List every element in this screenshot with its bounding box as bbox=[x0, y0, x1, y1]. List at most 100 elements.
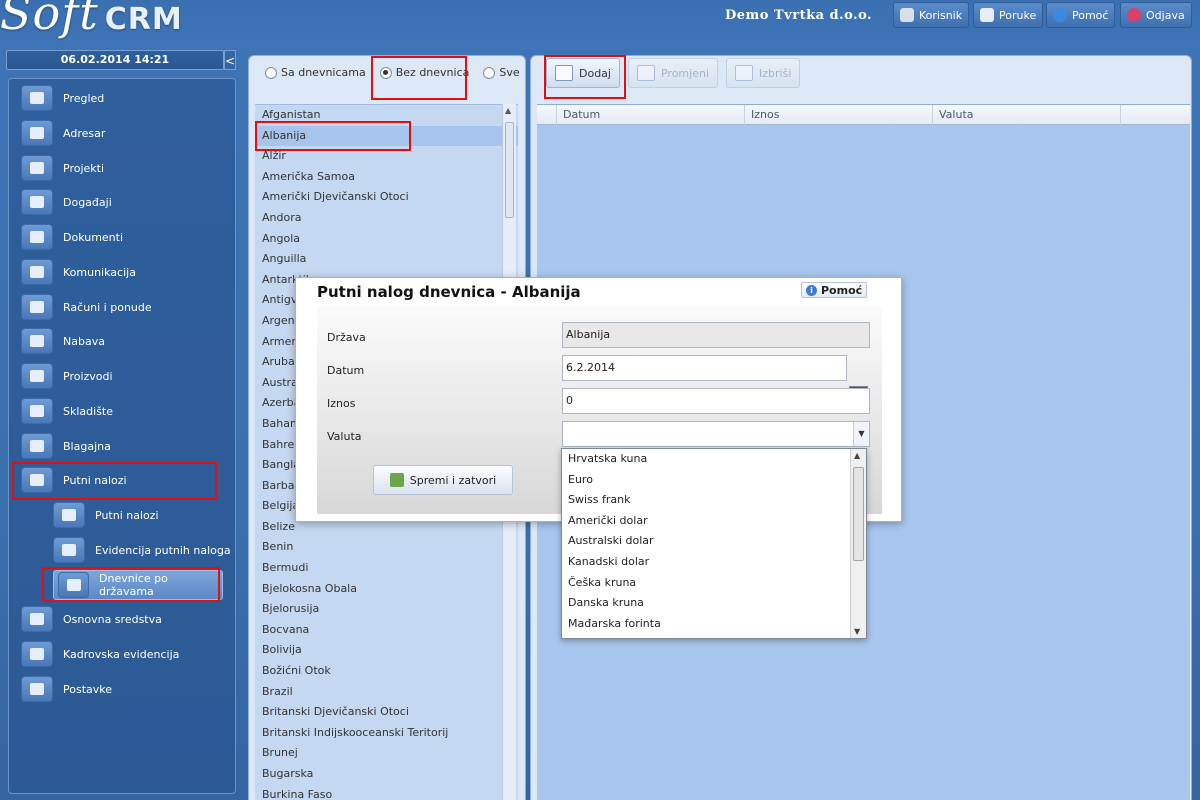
country-item[interactable]: Afganistan bbox=[255, 105, 518, 126]
add-button[interactable]: Dodaj bbox=[546, 58, 620, 88]
pomoc-button[interactable]: Pomoć bbox=[1046, 2, 1116, 28]
nav-blagajna[interactable]: Blagajna bbox=[21, 431, 231, 461]
country-item[interactable]: Bermudi bbox=[255, 558, 518, 579]
currency-option[interactable]: Hrvatska kuna bbox=[562, 449, 866, 470]
radio-bez-dnevnica[interactable]: Bez dnevnica bbox=[379, 66, 469, 79]
mail-icon bbox=[980, 8, 994, 22]
grid-col-valuta[interactable]: Valuta bbox=[933, 105, 1121, 125]
nav-projekti[interactable]: Projekti bbox=[21, 153, 231, 183]
truck-icon bbox=[53, 537, 85, 563]
valuta-select[interactable]: ▼ bbox=[562, 421, 870, 447]
nav-pregled[interactable]: Pregled bbox=[21, 83, 231, 113]
country-item[interactable]: Burkina Faso bbox=[255, 785, 518, 800]
save-close-button[interactable]: Spremi i zatvori bbox=[373, 465, 513, 495]
currency-option[interactable]: Američki dolar bbox=[562, 511, 866, 532]
collapse-sidebar-button[interactable]: < bbox=[224, 50, 236, 70]
chevron-down-icon[interactable]: ▼ bbox=[853, 422, 869, 446]
radio-sa-dnevnicama[interactable]: Sa dnevnicama bbox=[265, 66, 366, 79]
dialog-help-label: Pomoć bbox=[821, 283, 863, 297]
country-item[interactable]: Bugarska bbox=[255, 764, 518, 785]
tools-icon bbox=[21, 676, 53, 702]
nav-sub-evidencija[interactable]: Evidencija putnih naloga bbox=[53, 535, 263, 565]
korisnik-button[interactable]: Korisnik bbox=[893, 2, 970, 28]
currency-option[interactable]: Euro bbox=[562, 470, 866, 491]
country-item[interactable]: Alžir bbox=[255, 146, 518, 167]
power-icon bbox=[1127, 8, 1141, 22]
datetime-display: 06.02.2014 14:21 bbox=[6, 50, 224, 70]
currency-dropdown-list[interactable]: Hrvatska kuna Euro Swiss frank Američki dol… bbox=[561, 448, 867, 639]
nav-label: Osnovna sredstva bbox=[63, 612, 162, 626]
country-item[interactable]: Britanski Indijskooceanski Teritorij bbox=[255, 723, 518, 744]
radio-dot-selected[interactable] bbox=[379, 66, 392, 79]
country-item[interactable]: Albanija bbox=[255, 125, 518, 147]
country-item[interactable]: Bjelorusija bbox=[255, 599, 518, 620]
add-icon bbox=[555, 65, 573, 81]
radio-label: Sve bbox=[499, 66, 520, 79]
nav-skladiste[interactable]: Skladište bbox=[21, 396, 231, 426]
nav-dogadaji[interactable]: Događaji bbox=[21, 187, 231, 217]
scroll-thumb[interactable] bbox=[505, 122, 514, 218]
delete-button[interactable]: Izbriši bbox=[726, 58, 801, 88]
currency-option[interactable]: Swiss frank bbox=[562, 490, 866, 511]
country-item[interactable]: Bjelokosna Obala bbox=[255, 579, 518, 600]
country-item[interactable]: Američka Samoa bbox=[255, 167, 518, 188]
nav-komunikacija[interactable]: Komunikacija bbox=[21, 257, 231, 287]
nav-label: Evidencija putnih naloga bbox=[95, 543, 231, 557]
edit-button[interactable]: Promjeni bbox=[627, 58, 719, 88]
nav-adresar[interactable]: Adresar bbox=[21, 118, 231, 148]
iznos-field[interactable]: 0 bbox=[562, 388, 870, 414]
currency-option[interactable]: Češka kruna bbox=[562, 573, 866, 594]
currency-option[interactable]: Danska kruna bbox=[562, 593, 866, 614]
currency-option[interactable]: Australski dolar bbox=[562, 531, 866, 552]
nav-label: Proizvodi bbox=[63, 369, 113, 383]
scroll-up-arrow-icon[interactable]: ▲ bbox=[505, 106, 511, 115]
nav-sub-putni-nalozi[interactable]: Putni nalozi bbox=[53, 500, 263, 530]
country-item[interactable]: Brazil bbox=[255, 682, 518, 703]
nav-dokumenti[interactable]: Dokumenti bbox=[21, 222, 231, 252]
scroll-down-arrow-icon[interactable]: ▼ bbox=[854, 627, 860, 636]
country-item[interactable]: Benin bbox=[255, 537, 518, 558]
grid-col-datum[interactable]: Datum bbox=[557, 105, 745, 125]
radio-dot[interactable] bbox=[483, 66, 496, 79]
currency-option[interactable]: Mađarska forinta bbox=[562, 614, 866, 635]
nav-racuni[interactable]: Računi i ponude bbox=[21, 292, 231, 322]
logo-crm: CRM bbox=[104, 2, 183, 37]
country-item[interactable]: Britanski Djevičanski Otoci bbox=[255, 702, 518, 723]
poruke-button[interactable]: Poruke bbox=[973, 2, 1044, 28]
scroll-thumb[interactable] bbox=[853, 467, 864, 561]
poruke-label: Poruke bbox=[999, 8, 1037, 22]
radio-dot[interactable] bbox=[265, 66, 277, 79]
nav-proizvodi[interactable]: Proizvodi bbox=[21, 361, 231, 391]
warehouse-icon bbox=[21, 398, 53, 424]
nav-label: Dnevnice po državama bbox=[99, 572, 168, 598]
country-item[interactable]: Anguilla bbox=[255, 249, 518, 270]
nav-label: Računi i ponude bbox=[63, 300, 152, 314]
country-item[interactable]: Božićni Otok bbox=[255, 661, 518, 682]
country-item[interactable]: Brunej bbox=[255, 743, 518, 764]
datum-field[interactable]: 6.2.2014 bbox=[562, 355, 847, 381]
grid-col-iznos[interactable]: Iznos bbox=[745, 105, 933, 125]
country-item[interactable]: Angola bbox=[255, 229, 518, 250]
nav-postavke[interactable]: Postavke bbox=[21, 674, 231, 704]
country-item[interactable]: Andora bbox=[255, 208, 518, 229]
nav-nabava[interactable]: Nabava bbox=[21, 326, 231, 356]
nav-label: Pregled bbox=[63, 91, 105, 105]
nav-putni-nalozi[interactable]: Putni nalozi bbox=[21, 465, 231, 495]
nav-kadrovska[interactable]: Kadrovska evidencija bbox=[21, 639, 231, 669]
country-item[interactable]: Bocvana bbox=[255, 620, 518, 641]
currency-option[interactable]: Kanadski dolar bbox=[562, 552, 866, 573]
nav-label: Nabava bbox=[63, 334, 105, 348]
nav-label: Dokumenti bbox=[63, 230, 124, 244]
currency-scrollbar[interactable]: ▲ ▼ bbox=[850, 449, 866, 638]
sidebar: Pregled Adresar Projekti Događaji Dokume… bbox=[8, 78, 236, 794]
assets-icon bbox=[21, 606, 53, 632]
country-item[interactable]: Američki Djevičanski Otoci bbox=[255, 187, 518, 208]
scroll-up-arrow-icon[interactable]: ▲ bbox=[854, 451, 860, 460]
radio-sve[interactable]: Sve bbox=[483, 66, 520, 79]
info-icon: i bbox=[806, 284, 817, 296]
dialog-help-button[interactable]: i Pomoć bbox=[801, 282, 868, 298]
country-item[interactable]: Bolivija bbox=[255, 640, 518, 661]
nav-osnovna-sredstva[interactable]: Osnovna sredstva bbox=[21, 604, 231, 634]
odjava-button[interactable]: Odjava bbox=[1120, 2, 1192, 28]
nav-sub-dnevnice[interactable]: Dnevnice po državama bbox=[53, 570, 223, 600]
